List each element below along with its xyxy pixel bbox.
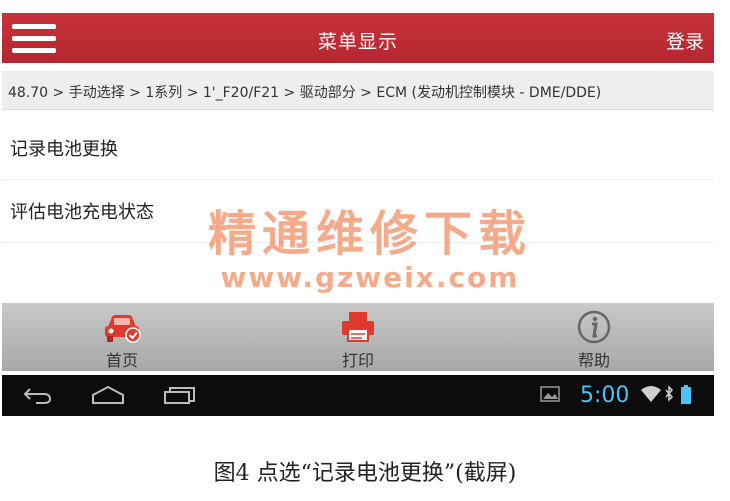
home-icon[interactable]	[90, 385, 126, 405]
clock: 5:00	[580, 383, 630, 408]
info-icon	[577, 310, 611, 344]
help-label: 帮助	[577, 351, 610, 370]
app-title: 菜单显示	[317, 31, 398, 53]
menu-item-label: 评估电池充电状态	[10, 202, 154, 223]
car-check-icon	[105, 315, 141, 343]
breadcrumb-path: 48.70 > 手动选择 > 1系列 > 1'_F20/F21 > 驱动部分 >…	[8, 85, 602, 101]
bottom-nav-bar: 首页 打印 帮助	[2, 303, 714, 371]
menu-item-label: 记录电池更换	[10, 139, 118, 160]
image-icon	[540, 386, 560, 402]
menu-list: 记录电池更换 评估电池充电状态	[2, 117, 714, 243]
menu-item-record-battery-replacement[interactable]: 记录电池更换	[2, 117, 714, 180]
menu-item-evaluate-battery-charge[interactable]: 评估电池充电状态	[2, 180, 714, 243]
app-bar: 菜单显示 登录	[2, 13, 714, 63]
recent-apps-icon[interactable]	[162, 385, 198, 405]
watermark-url: www.gzweix.com	[220, 261, 520, 294]
wifi-icon	[641, 386, 661, 402]
battery-icon	[681, 385, 691, 404]
back-icon[interactable]	[22, 385, 54, 405]
print-label: 打印	[341, 351, 374, 370]
help-button[interactable]: 帮助	[534, 303, 654, 371]
system-nav-bar: 5:00	[2, 375, 714, 416]
login-button[interactable]: 登录	[666, 27, 704, 54]
breadcrumb: 48.70 > 手动选择 > 1系列 > 1'_F20/F21 > 驱动部分 >…	[2, 71, 714, 110]
figure-caption: 图4 点选“记录电池更换”(截屏)	[213, 461, 517, 486]
home-label: 首页	[105, 351, 138, 370]
home-button[interactable]: 首页	[62, 303, 182, 371]
bluetooth-icon	[665, 385, 674, 402]
print-button[interactable]: 打印	[298, 303, 418, 371]
app-screen: 菜单显示 登录 48.70 > 手动选择 > 1系列 > 1'_F20/F21 …	[2, 13, 714, 416]
printer-icon	[342, 312, 374, 342]
